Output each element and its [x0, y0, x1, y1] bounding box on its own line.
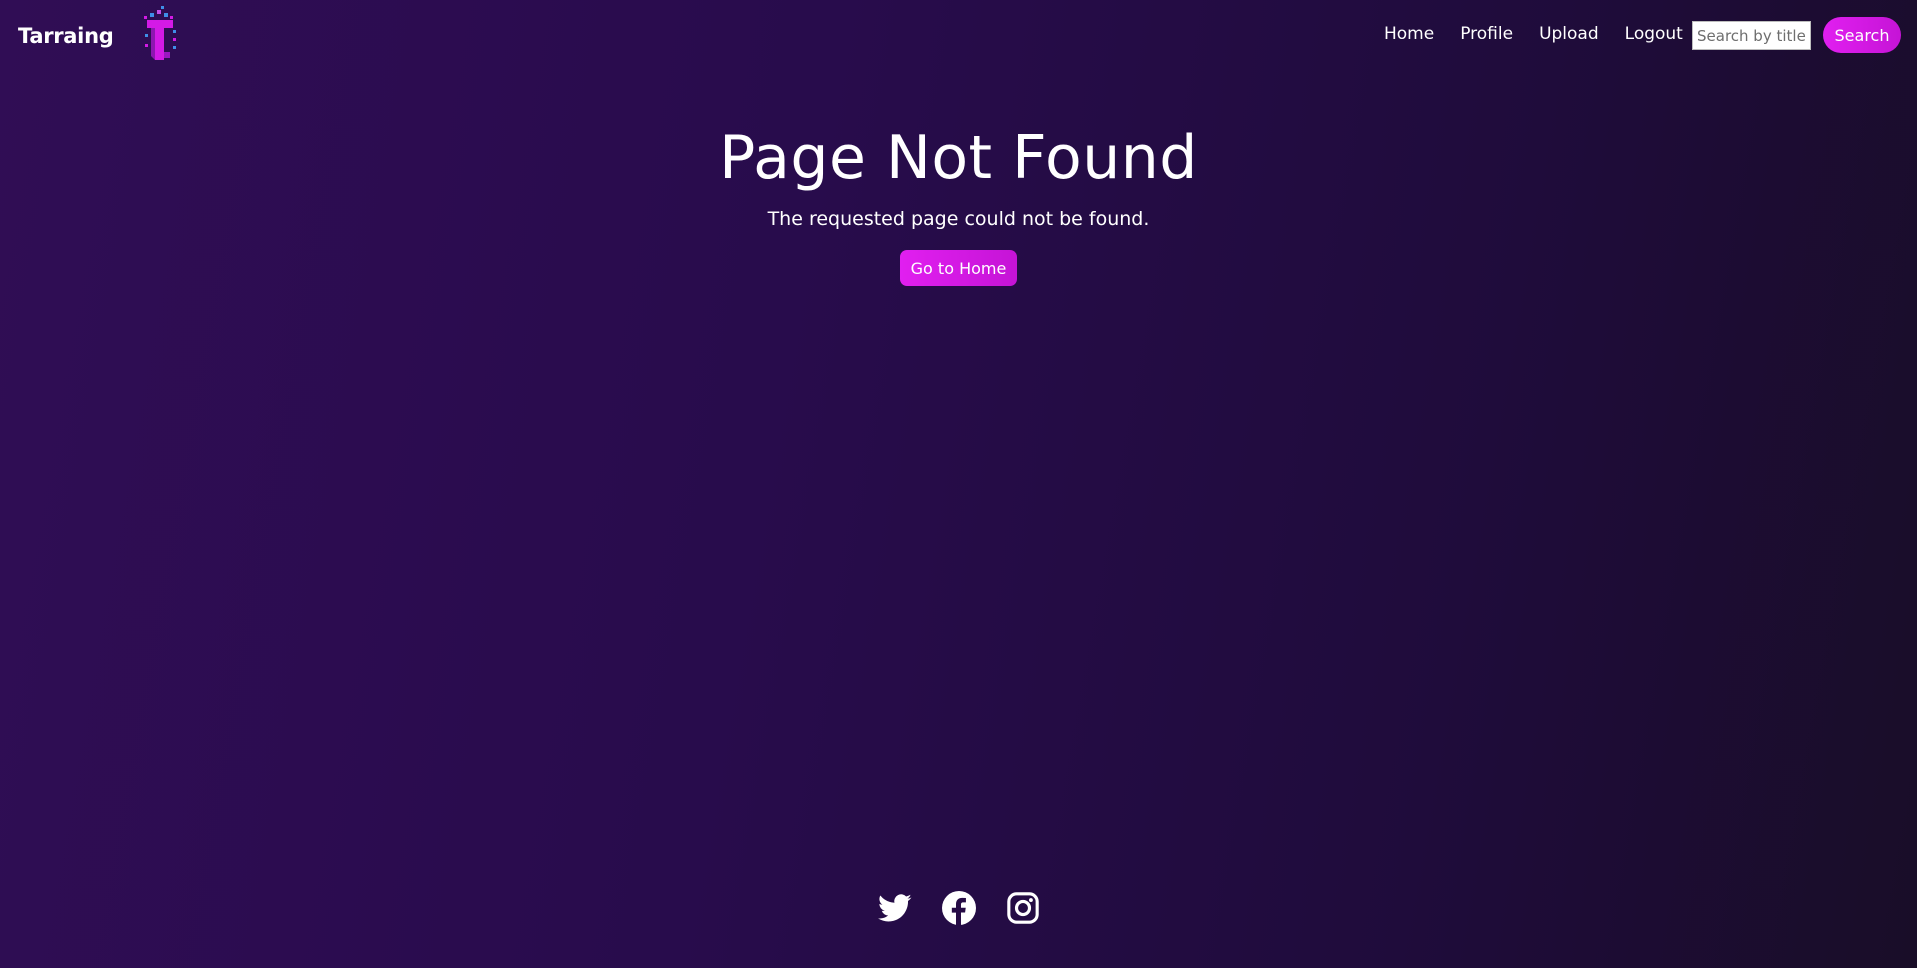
facebook-icon[interactable]: [941, 891, 976, 925]
main-content: Page Not Found The requested page could …: [0, 118, 1917, 286]
brand-name[interactable]: Tarraing: [18, 24, 114, 48]
search-input[interactable]: [1692, 21, 1811, 50]
footer: [0, 888, 1917, 928]
nav-home-link[interactable]: Home: [1384, 24, 1434, 44]
nav-logout-link[interactable]: Logout: [1625, 24, 1683, 44]
go-home-button[interactable]: Go to Home: [899, 250, 1018, 286]
instagram-icon[interactable]: [1006, 891, 1040, 925]
nav-profile-link[interactable]: Profile: [1460, 24, 1513, 44]
not-found-message: The requested page could not be found.: [767, 208, 1150, 230]
navbar: Tarraing Home Profile Upload Logout Sear…: [0, 0, 1917, 72]
nav-upload-link[interactable]: Upload: [1539, 24, 1599, 44]
page-title: Page Not Found: [719, 123, 1198, 193]
tarraing-logo-icon[interactable]: [140, 6, 178, 66]
twitter-icon[interactable]: [877, 891, 912, 925]
nav-links: Home Profile Upload Logout: [1384, 24, 1709, 44]
search-button[interactable]: Search: [1823, 17, 1901, 53]
